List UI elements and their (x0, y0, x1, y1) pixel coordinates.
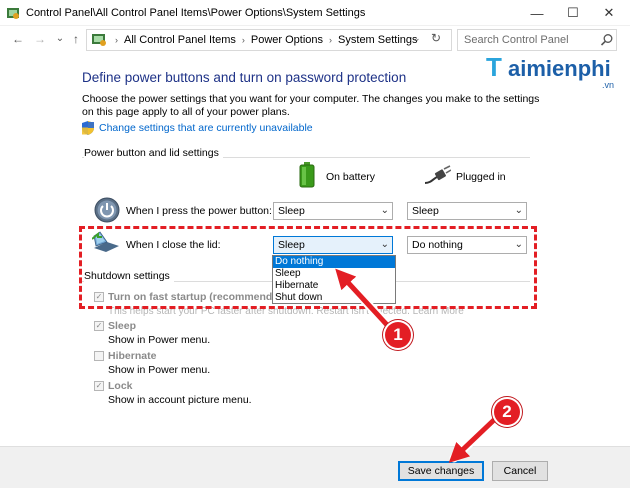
on-battery-header: On battery (326, 171, 376, 183)
page-title: Define power buttons and turn on passwor… (82, 70, 407, 85)
up-button[interactable]: ↑ (68, 31, 84, 47)
hibernate-description: Show in Power menu. (108, 364, 211, 376)
page-description: Choose the power settings that you want … (82, 93, 540, 118)
breadcrumb-item-system-settings[interactable]: System Settings (338, 34, 417, 46)
power-button-plugged-value: Sleep (412, 205, 439, 217)
search-box[interactable]: Search Control Panel (457, 29, 617, 51)
control-panel-icon (7, 8, 19, 19)
save-changes-button[interactable]: Save changes (398, 461, 484, 481)
cancel-button[interactable]: Cancel (492, 461, 548, 481)
power-button-row-label: When I press the power button: (126, 205, 272, 217)
change-settings-link[interactable]: Change settings that are currently unava… (99, 122, 313, 134)
dropdown-option-sleep[interactable]: Sleep (273, 268, 395, 280)
back-button[interactable]: ← (10, 31, 26, 47)
recent-locations-button[interactable]: ⌄ (52, 31, 68, 47)
step-2-badge: 2 (494, 399, 520, 425)
sleep-label: Sleep (108, 320, 137, 332)
refresh-button[interactable]: ↻ (431, 31, 441, 45)
maximize-button[interactable]: ☐ (556, 0, 590, 26)
control-panel-icon (92, 34, 106, 46)
dropdown-option-shut-down[interactable]: Shut down (273, 292, 395, 304)
search-placeholder: Search Control Panel (464, 34, 569, 46)
power-button-icon (94, 197, 120, 223)
power-button-battery-value: Sleep (278, 205, 305, 217)
plug-icon (425, 165, 451, 184)
lid-battery-dropdown-list[interactable]: Do nothing Sleep Hibernate Shut down (272, 255, 396, 304)
logo-text: aimienphi (508, 56, 611, 81)
address-dropdown-button[interactable]: ⌄ (413, 33, 421, 44)
window-title: Control Panel\All Control Panel Items\Po… (26, 7, 366, 19)
lock-description: Show in account picture menu. (108, 394, 252, 406)
logo-suffix: .vn (602, 80, 615, 90)
chevron-down-icon: ⌄ (514, 205, 523, 216)
dropdown-option-hibernate[interactable]: Hibernate (273, 280, 395, 292)
lock-checkbox[interactable]: ✓ (94, 381, 104, 391)
breadcrumb-item-all-items[interactable]: All Control Panel Items (124, 34, 236, 46)
dropdown-option-do-nothing[interactable]: Do nothing (273, 256, 395, 268)
power-lid-group-label: Power button and lid settings (84, 147, 223, 159)
breadcrumb: › All Control Panel Items › Power Options › S… (109, 34, 418, 46)
close-button[interactable]: ✕ (592, 0, 626, 26)
logo-letter: T (486, 52, 502, 82)
lock-label: Lock (108, 380, 133, 392)
battery-icon (299, 162, 315, 188)
plugged-in-header: Plugged in (456, 171, 506, 183)
power-button-plugged-select[interactable]: Sleep ⌄ (407, 202, 527, 220)
sleep-description: Show in Power menu. (108, 334, 211, 346)
breadcrumb-separator: › (329, 35, 333, 45)
breadcrumb-separator: › (241, 35, 245, 45)
hibernate-checkbox[interactable] (94, 351, 104, 361)
sleep-checkbox[interactable]: ✓ (94, 321, 104, 331)
hibernate-label: Hibernate (108, 350, 157, 362)
taimienphi-logo: T aimienphi .vn (486, 52, 626, 92)
chevron-down-icon: ⌄ (380, 205, 389, 216)
forward-button[interactable]: → (32, 31, 48, 47)
navigation-bar: ← → ⌄ ↑ › All Control Panel Items › Power O… (0, 26, 630, 54)
minimize-button[interactable]: — (520, 0, 554, 26)
address-bar[interactable]: › All Control Panel Items › Power Options › S… (86, 29, 452, 51)
search-icon (600, 34, 613, 46)
title-bar: Control Panel\All Control Panel Items\Po… (0, 0, 630, 26)
breadcrumb-separator: › (115, 35, 118, 45)
uac-shield-icon (82, 121, 94, 135)
step-1-badge: 1 (385, 322, 411, 348)
power-button-battery-select[interactable]: Sleep ⌄ (273, 202, 393, 220)
breadcrumb-item-power-options[interactable]: Power Options (251, 34, 323, 46)
